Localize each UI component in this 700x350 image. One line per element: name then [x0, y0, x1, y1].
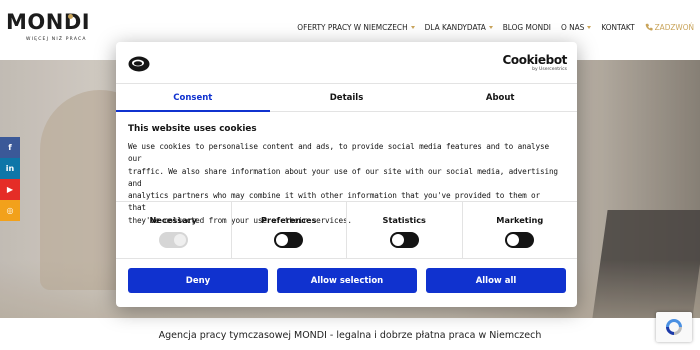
pref-label: Preferences: [261, 215, 317, 225]
allow-all-button[interactable]: Allow all: [426, 268, 566, 293]
deny-button[interactable]: Deny: [128, 268, 268, 293]
cookiebot-logo[interactable]: Cookiebot by Usercentrics: [503, 54, 568, 73]
pref-label: Necessary: [149, 215, 197, 225]
logo-accent-dot: [68, 14, 73, 19]
necessary-toggle: [158, 232, 188, 248]
tab-about[interactable]: About: [423, 84, 577, 111]
dialog-header: Cookiebot by Usercentrics: [116, 42, 577, 84]
recaptcha-icon: [666, 319, 682, 335]
mondi-logo[interactable]: MONDI WIĘCEJ NIŻ PRACA: [6, 10, 91, 48]
nav-label: BLOG MONDI: [502, 22, 551, 32]
tab-consent[interactable]: Consent: [116, 84, 270, 112]
page-tagline: Agencja pracy tymczasowej MONDI - legaln…: [158, 330, 542, 341]
linkedin-icon[interactable]: in: [0, 158, 20, 179]
nav-item-kontakt[interactable]: KONTAKT: [601, 22, 634, 32]
nav-item-blog[interactable]: BLOG MONDI: [503, 22, 551, 32]
social-sidebar: f in ▶ ◎: [0, 137, 20, 221]
recaptcha-badge[interactable]: [656, 312, 692, 342]
allow-selection-button[interactable]: Allow selection: [277, 268, 417, 293]
tab-details[interactable]: Details: [270, 84, 424, 111]
dialog-tabs: Consent Details About: [116, 84, 577, 112]
main-nav: OFERTY PRACY W NIEMCZECH DLA KANDYDATA B…: [297, 22, 694, 32]
logo-tagline: WIĘCEJ NIŻ PRACA: [26, 37, 87, 42]
call-link[interactable]: ZADZWOŃ: [645, 22, 694, 32]
call-label: ZADZWOŃ: [654, 22, 694, 32]
pref-label: Marketing: [496, 215, 544, 225]
consent-title: This website uses cookies: [128, 124, 257, 134]
nav-item-o-nas[interactable]: O NAS: [560, 22, 592, 32]
phone-icon: [645, 23, 653, 31]
brand-sub: by Usercentrics: [532, 67, 567, 72]
nav-label: DLA KANDYDATA: [424, 22, 486, 32]
chevron-down-icon: [488, 25, 493, 29]
youtube-icon[interactable]: ▶: [0, 179, 20, 200]
instagram-icon[interactable]: ◎: [0, 200, 20, 221]
pref-label: Statistics: [382, 215, 426, 225]
cookie-preferences: Necessary Preferences Statistics Marketi…: [116, 201, 577, 259]
pref-statistics: Statistics: [347, 202, 463, 258]
nav-label: OFERTY PRACY W NIEMCZECH: [297, 22, 408, 32]
cookie-icon: [128, 56, 150, 72]
dialog-buttons: Deny Allow selection Allow all: [128, 268, 566, 293]
brand-name: Cookiebot: [502, 53, 568, 67]
marketing-toggle[interactable]: [505, 232, 535, 248]
chevron-down-icon: [410, 25, 415, 29]
pref-marketing: Marketing: [463, 202, 578, 258]
nav-item-oferty[interactable]: OFERTY PRACY W NIEMCZECH: [297, 22, 415, 32]
preferences-toggle[interactable]: [274, 232, 304, 248]
facebook-icon[interactable]: f: [0, 137, 20, 158]
chevron-down-icon: [587, 25, 592, 29]
logo-text: MONDI: [6, 10, 91, 34]
pref-necessary: Necessary: [116, 202, 232, 258]
statistics-toggle[interactable]: [389, 232, 419, 248]
cookie-consent-dialog: Cookiebot by Usercentrics Consent Detail…: [116, 42, 577, 307]
nav-label: O NAS: [560, 22, 585, 32]
pref-preferences: Preferences: [232, 202, 347, 258]
consent-text-line: We use cookies to personalise content an…: [128, 142, 549, 164]
nav-item-dla-kandydata[interactable]: DLA KANDYDATA: [425, 22, 493, 32]
nav-label: KONTAKT: [601, 22, 635, 32]
consent-text-line: traffic. We also share information about…: [128, 166, 558, 188]
